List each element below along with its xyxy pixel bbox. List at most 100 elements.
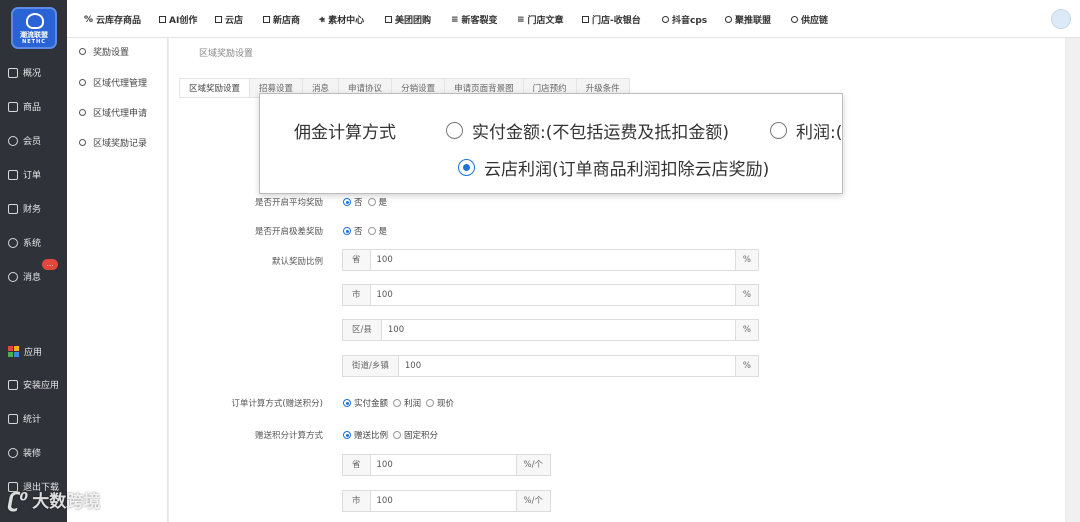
field-suffix: % [734,320,758,340]
message-badge: ... [42,259,58,270]
page-scrollbar[interactable] [1066,38,1080,522]
user-avatar[interactable] [1051,9,1071,29]
dashboard-icon [8,67,18,78]
points-calc-radios: 赠送比例 固定积分 [343,429,438,441]
commission-option-profit[interactable]: 利润:( [770,118,842,143]
message-icon [8,271,18,282]
topnav-cashier[interactable]: 门店-收银台 [582,13,641,26]
option-label: 现价 [437,399,455,409]
gear-icon [8,237,18,248]
diff-reward-radios: 否 是 [343,225,387,237]
order-calc-price[interactable]: 现价 [426,397,454,409]
app-logo[interactable]: 潮流联盟 NETHC [11,7,57,49]
ratio-province-input[interactable]: 100 [371,250,735,270]
topnav-label: 抖音cps [672,16,708,26]
circle-icon [662,16,669,23]
radio-checked-icon [343,198,351,206]
subnav-item-agent-management[interactable]: 区域代理管理 [79,76,147,89]
subnav-item-reward-records[interactable]: 区域奖励记录 [79,136,147,149]
topnav-material-center[interactable]: ቁ 素材中心 [319,13,365,27]
sidebar-item-install-apps[interactable]: 安装应用 [8,378,59,391]
sidebar-item-overview[interactable]: 概况 [8,66,41,79]
circle-icon [79,109,86,116]
sidebar-item-messages[interactable]: 消息 [8,270,41,283]
sidebar-item-label: 安装应用 [23,381,60,391]
avg-reward-radios: 否 是 [343,196,387,208]
option-label: 固定积分 [404,431,439,441]
field-prefix: 区/县 [343,320,382,340]
points-calc-label: 赠送积分计算方式 [254,431,323,441]
points-province-input[interactable]: 100 [371,455,516,475]
cart-icon [8,169,18,180]
topnav-douyin-cps[interactable]: 抖音cps [662,13,707,26]
circle-icon [791,16,798,23]
points-city-input[interactable]: 100 [371,491,516,511]
tab-region-reward[interactable]: 区域奖励设置 [179,78,250,98]
sidebar-item-finance[interactable]: 财务 [8,202,41,215]
sidebar-item-stats[interactable]: 统计 [8,412,41,425]
commission-option-cloud-profit[interactable]: 云店利润(订单商品利润扣除云店奖励) [458,155,769,180]
product-icon [8,101,18,112]
sidebar-item-products[interactable]: 商品 [8,100,41,113]
field-suffix: % [734,285,758,305]
topnav-new-customer[interactable]: ≡ 新客裂变 [451,13,498,27]
topnav-meituan[interactable]: 美团团购 [385,13,431,26]
watermark-text: 大数跨境 [32,492,101,512]
sidebar-item-apps[interactable]: 应用 [8,345,42,358]
order-calc-paid[interactable]: 实付金额 [343,397,388,409]
diff-reward-yes[interactable]: 是 [367,225,388,237]
field-suffix: % [734,356,758,376]
commission-calc-zoom: 佣金计算方式 实付金额:(不包括运费及抵扣金额) 利润:( 云店利润(订单商品利… [259,93,843,194]
subnav-label: 区域代理管理 [93,79,148,89]
image-icon [215,16,222,23]
sidebar-item-decorate[interactable]: 装修 [8,446,41,459]
ratio-street-input[interactable]: 100 [399,356,735,376]
watermark: ʗ⁰ 大数跨境 [8,487,101,513]
field-suffix: %/个 [515,455,550,475]
topnav-cloud-inventory[interactable]: % 云库存商品 [84,13,142,27]
avg-reward-no[interactable]: 否 [343,196,363,208]
topnav-ai-create[interactable]: AI创作 [159,13,197,26]
sidebar-item-system[interactable]: 系统 [8,236,41,249]
ratio-city-field: 市 100 % [342,284,759,306]
points-calc-fixed[interactable]: 固定积分 [393,429,438,441]
diff-reward-no[interactable]: 否 [343,225,363,237]
order-calc-radios: 实付金额 利润 现价 [343,397,454,409]
field-suffix: % [734,250,758,270]
option-label: 是 [378,227,388,237]
stats-icon [8,413,18,424]
member-icon [8,135,18,146]
main-sidebar: 潮流联盟 NETHC 概况 商品 会员 订单 财务 系统 消息 ... 应用 安… [0,0,67,522]
commission-calc-label: 佣金计算方式 [294,123,396,143]
sidebar-item-members[interactable]: 会员 [8,134,41,147]
option-label: 是 [378,198,388,208]
ratio-district-input[interactable]: 100 [382,320,735,340]
radio-checked-icon [458,159,475,176]
order-calc-label: 订单计算方式(赠送积分) [231,399,323,409]
finance-icon [8,203,18,214]
topnav-new-store[interactable]: 新店商 [263,13,300,26]
sidebar-item-orders[interactable]: 订单 [8,168,41,181]
topnav-label: 云店 [225,16,244,26]
commission-option-paid[interactable]: 实付金额:(不包括运费及抵扣金额) [446,118,729,143]
topnav-cloud-store[interactable]: 云店 [215,13,243,26]
topnav-label: 云库存商品 [96,16,142,26]
circle-icon [725,16,732,23]
field-prefix: 街道/乡镇 [343,356,399,376]
avg-reward-yes[interactable]: 是 [367,196,388,208]
topnav-supply-chain[interactable]: 供应链 [791,13,828,26]
topnav-store-articles[interactable]: ≡ 门店文章 [517,13,564,27]
order-calc-profit[interactable]: 利润 [393,397,421,409]
points-calc-ratio[interactable]: 赠送比例 [343,429,388,441]
subnav-item-reward-settings[interactable]: 奖励设置 [79,45,129,58]
avg-reward-label: 是否开启平均奖励 [254,198,323,208]
ratio-city-input[interactable]: 100 [371,285,735,305]
decorate-icon [8,447,18,458]
topnav-label: 供应链 [801,16,829,26]
sidebar-item-label: 概况 [23,69,42,79]
link-icon: % [84,14,94,25]
topnav-label: 素材中心 [328,16,365,26]
topnav-alliance[interactable]: 聚推联盟 [725,13,771,26]
topnav-label: 聚推联盟 [735,16,772,26]
subnav-item-agent-application[interactable]: 区域代理申请 [79,106,147,119]
